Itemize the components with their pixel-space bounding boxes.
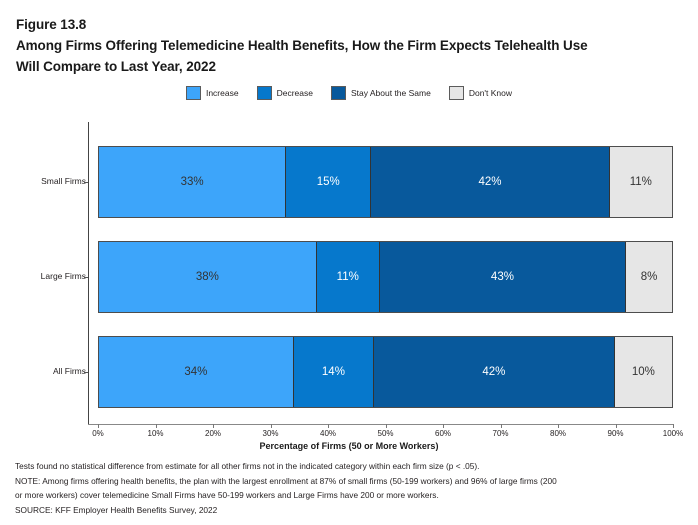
bar-segment-value-label: 34% bbox=[184, 366, 208, 378]
bar-segment[interactable]: 15% bbox=[286, 147, 372, 217]
footnote-line: SOURCE: KFF Employer Health Benefits Sur… bbox=[15, 504, 218, 515]
legend-item-label: Increase bbox=[205, 88, 239, 98]
footnotes-block: Tests found no statistical difference fr… bbox=[15, 459, 687, 517]
bar-segment-value-label: 11% bbox=[336, 271, 359, 283]
x-axis-tick-label: 30% bbox=[262, 429, 279, 438]
x-axis-tick-label: 90% bbox=[607, 429, 624, 438]
figure-number: Figure 13.8 bbox=[16, 17, 87, 32]
x-axis-tick-label: 10% bbox=[147, 429, 164, 438]
stacked-bar[interactable]: 34% 14% 42% 10% bbox=[98, 336, 673, 408]
legend-item-label: Stay About the Same bbox=[350, 88, 431, 98]
bar-segment[interactable]: 42% bbox=[371, 147, 610, 217]
title-block: Figure 13.8 Among Firms Offering Telemed… bbox=[16, 14, 682, 77]
bar-segment[interactable]: 11% bbox=[316, 242, 380, 312]
stacked-bar[interactable]: 33% 15% 42% 11% bbox=[98, 146, 673, 218]
bar-segment[interactable]: 43% bbox=[379, 242, 627, 312]
x-axis-tick bbox=[615, 424, 617, 428]
x-axis-title: Percentage of Firms (50 or More Workers) bbox=[259, 441, 439, 451]
x-axis-tick bbox=[98, 424, 99, 428]
bar-segment-value-label: 8% bbox=[640, 271, 658, 283]
bar-segment-value-label: 11% bbox=[629, 176, 652, 188]
y-axis-tick bbox=[84, 372, 88, 373]
footnote-line: NOTE: Among firms offering health benefi… bbox=[15, 475, 557, 486]
legend-item-label: Don't Know bbox=[468, 88, 513, 98]
x-axis-tick bbox=[558, 424, 559, 428]
legend-swatch-icon bbox=[256, 86, 272, 100]
figure-title-line-2: Will Compare to Last Year, 2022 bbox=[16, 59, 216, 74]
bar-segment-value-label: 42% bbox=[478, 176, 502, 188]
bar-segment[interactable]: 8% bbox=[626, 242, 672, 312]
footnote-line: or more workers) cover telemedicine Smal… bbox=[15, 490, 439, 501]
x-axis-tick bbox=[328, 424, 329, 428]
bar-segment[interactable]: 34% bbox=[99, 337, 294, 407]
legend-swatch-icon bbox=[185, 86, 201, 100]
bar-segment-value-label: 14% bbox=[321, 366, 345, 378]
x-axis-tick bbox=[213, 424, 214, 428]
y-axis-category-label: Small Firms bbox=[41, 176, 86, 186]
bar-segment-value-label: 10% bbox=[631, 366, 655, 378]
bar-segment[interactable]: 42% bbox=[374, 337, 615, 407]
x-axis-tick bbox=[500, 424, 502, 428]
figure-title-line-1: Among Firms Offering Telemedicine Health… bbox=[16, 38, 588, 53]
x-axis-tick-label: 50% bbox=[377, 429, 394, 438]
legend-item[interactable]: Increase bbox=[185, 86, 239, 100]
x-axis-tick bbox=[443, 424, 444, 428]
x-axis-tick-label: 0% bbox=[92, 429, 104, 438]
bar-segment-value-label: 15% bbox=[316, 176, 340, 188]
x-axis-tick bbox=[385, 424, 387, 428]
bar-segment[interactable]: 11% bbox=[609, 147, 672, 217]
stacked-bar[interactable]: 38% 11% 43% 8% bbox=[98, 241, 673, 313]
footnote-line: Tests found no statistical difference fr… bbox=[15, 461, 480, 471]
chart-plot-area: 33% 15% 42% 11% 38% 11% 43% 8% 34% 14% 42% 10% Perc… bbox=[0, 122, 698, 451]
x-axis-tick-label: 40% bbox=[319, 429, 337, 438]
bar-segment-value-label: 38% bbox=[195, 271, 219, 283]
bar-segment[interactable]: 14% bbox=[293, 337, 375, 407]
x-axis-tick bbox=[155, 424, 157, 428]
y-axis-category-label: All Firms bbox=[52, 366, 86, 376]
legend-swatch-icon bbox=[448, 86, 464, 100]
x-axis-tick-label: 20% bbox=[204, 429, 222, 438]
x-axis-tick-label: 70% bbox=[492, 429, 509, 438]
y-axis-tick bbox=[84, 277, 88, 278]
legend-item[interactable]: Don't Know bbox=[448, 86, 513, 100]
x-axis-tick-label: 60% bbox=[434, 429, 452, 438]
bar-segment-value-label: 42% bbox=[482, 366, 506, 378]
bar-segment-value-label: 43% bbox=[490, 271, 514, 283]
legend-item[interactable]: Decrease bbox=[256, 86, 313, 100]
y-axis-tick bbox=[84, 182, 88, 183]
legend-item-label: Decrease bbox=[276, 88, 313, 98]
x-axis-tick bbox=[673, 424, 674, 428]
chart-legend: Increase Decrease Stay About the Same Don't… bbox=[0, 86, 698, 100]
legend-swatch-icon bbox=[330, 86, 346, 100]
x-axis-tick-label: 100% bbox=[662, 429, 684, 438]
x-axis-tick-label: 80% bbox=[549, 429, 567, 438]
x-axis-tick bbox=[270, 424, 272, 428]
bar-segment-value-label: 33% bbox=[180, 176, 204, 188]
legend-item[interactable]: Stay About the Same bbox=[330, 86, 431, 100]
y-axis-line bbox=[88, 122, 89, 425]
y-axis-category-label: Large Firms bbox=[40, 271, 86, 281]
x-axis-ticks: Percentage of Firms (50 or More Workers)… bbox=[0, 424, 698, 451]
bar-segment[interactable]: 10% bbox=[614, 337, 672, 407]
bar-segment[interactable]: 38% bbox=[99, 242, 317, 312]
bar-segment[interactable]: 33% bbox=[99, 147, 287, 217]
